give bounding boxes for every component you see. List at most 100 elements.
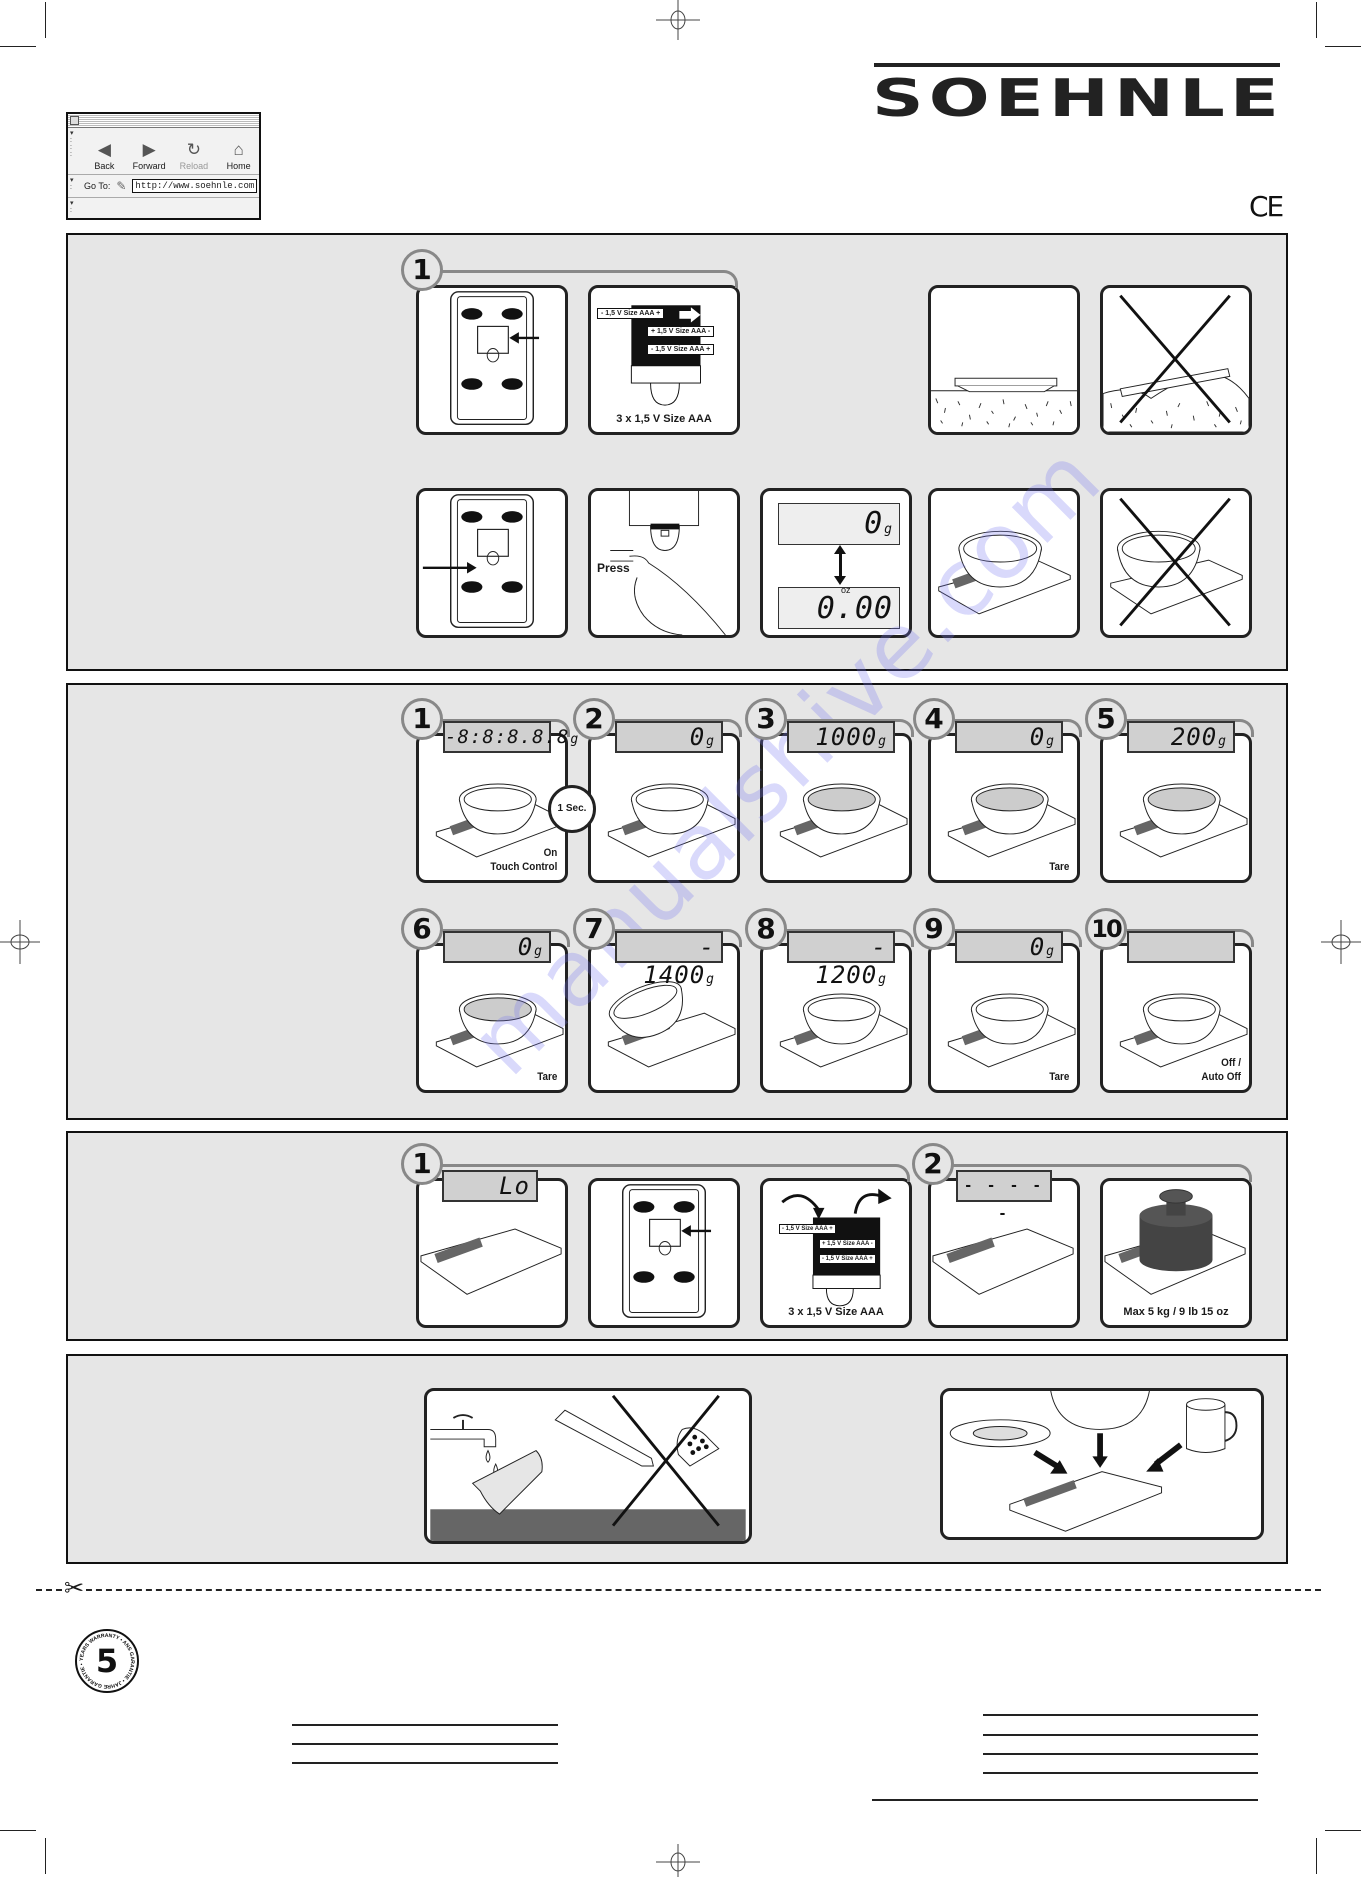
home-label: Home: [226, 161, 251, 171]
lcd-oz-unit: oz: [841, 585, 851, 595]
reload-button[interactable]: ↻ Reload: [174, 139, 215, 171]
lcd-display: - 1400g: [615, 931, 723, 989]
lcd-display: 0g: [615, 721, 723, 753]
lcd-value: - 1400: [643, 933, 715, 989]
toggle-arrow-icon: [834, 576, 846, 585]
browser-window-illustration: ▾::: ◀ Back ▶ Forward ↻ Reload ⌂ Home ▾: Go …: [66, 112, 261, 220]
scale-underside-illustration: [622, 1184, 712, 1319]
scale-underside-unit-switch-illustration: [422, 494, 534, 629]
battery-label: - 1,5 V Size AAA +: [819, 1254, 876, 1264]
card-insert-batteries: - 1,5 V Size AAA + + 1,5 V Size AAA - - …: [588, 285, 740, 435]
warranty-years: 5: [96, 1642, 118, 1680]
step-badge: 9: [913, 908, 955, 950]
form-field-line[interactable]: [872, 1799, 1258, 1801]
battery-caption: 3 x 1,5 V Size AAA: [788, 1306, 884, 1318]
lcd-display: 0g: [955, 721, 1063, 753]
step-group-bracket: [420, 270, 738, 288]
step-badge: 7: [573, 908, 615, 950]
form-field-line[interactable]: [983, 1772, 1258, 1774]
step-badge: 3: [745, 698, 787, 740]
weighing-step-card: [760, 733, 912, 883]
brand-logo: SOEHNLE: [872, 69, 1284, 130]
lcd-value: 0.00: [816, 591, 893, 626]
form-field-line[interactable]: [292, 1724, 558, 1726]
logo-rule: [874, 63, 1280, 67]
lcd-display: 0g: [443, 931, 551, 963]
weighing-step-card: On Touch Control: [416, 733, 568, 883]
crop-mark: [1325, 46, 1361, 47]
lcd-value: -8:8:8.8.8: [445, 726, 570, 748]
home-icon: ⌂: [233, 140, 244, 159]
scale-underside-illustration: [450, 291, 540, 426]
step-badge: 10: [1085, 908, 1127, 950]
weighing-step-card: Off / Auto Off: [1100, 943, 1252, 1093]
lcd-value: 0: [517, 933, 534, 961]
battery-caption: 3 x 1,5 V Size AAA: [616, 413, 712, 425]
card-unit-switch: [416, 488, 568, 638]
card-bowl-centered-ok: [928, 488, 1080, 638]
scale-bowl-illustration: [607, 783, 736, 858]
form-field-line[interactable]: [983, 1734, 1258, 1736]
back-label: Back: [94, 161, 115, 171]
card-uneven-surface-bad: [1100, 285, 1252, 435]
lcd-display: - 1200g: [787, 931, 895, 989]
browser-empty-row: ▾:: [68, 198, 259, 218]
home-button[interactable]: ⌂ Home: [218, 139, 259, 171]
battery-label: - 1,5 V Size AAA +: [597, 308, 665, 319]
lcd-unit: g: [878, 972, 887, 987]
lcd-display: -8:8:8.8.8g: [443, 721, 578, 753]
form-field-line[interactable]: [983, 1714, 1258, 1716]
lcd-unit: g: [534, 944, 543, 959]
cut-line: [36, 1589, 1321, 1591]
lcd-value: 1000: [815, 723, 878, 751]
browser-address-row: ▾: Go To: ✎ http://www.soehnle.com: [68, 175, 259, 198]
step-badge: 1: [401, 698, 443, 740]
back-arrow-icon: ◀: [97, 140, 111, 159]
forward-arrow-icon: ▶: [142, 140, 156, 159]
form-field-line[interactable]: [292, 1743, 558, 1745]
back-button[interactable]: ◀ Back: [84, 139, 125, 171]
lcd-unit: g: [706, 734, 715, 749]
step-badge: 1: [401, 249, 443, 291]
step-caption: On Touch Control: [490, 847, 557, 873]
lcd-value: 0: [1029, 723, 1046, 751]
scale-illustration: [420, 1228, 562, 1295]
card-battery-compartment: [416, 285, 568, 435]
lcd-value: 0: [864, 506, 884, 541]
bowl-off-center-illustration: [1110, 497, 1243, 627]
card-containers: [940, 1388, 1264, 1540]
lcd-unit: g: [570, 732, 580, 747]
step-badge: 1: [401, 1143, 443, 1185]
forward-button[interactable]: ▶ Forward: [129, 139, 170, 171]
weighing-step-card: [1100, 733, 1252, 883]
step-badge: 2: [912, 1143, 954, 1185]
lcd-display: [1127, 931, 1235, 963]
form-field-line[interactable]: [983, 1753, 1258, 1755]
browser-titlebar: [68, 114, 259, 128]
crop-mark: [0, 1830, 36, 1831]
step-caption: Off / Auto Off: [1201, 1057, 1241, 1083]
lcd-value: 200: [1170, 723, 1218, 751]
window-close-box: [70, 116, 79, 125]
toolbar-grip-icon: ▾:: [70, 177, 74, 191]
scale-bowl-illustration: [947, 993, 1076, 1068]
uneven-surface-illustration: [1103, 294, 1249, 432]
max-capacity-caption: Max 5 kg / 9 lb 15 oz: [1123, 1306, 1229, 1318]
lcd-unit: g: [1218, 734, 1227, 749]
card-flat-surface-ok: [928, 285, 1080, 435]
step-caption: Tare: [536, 1071, 557, 1083]
card-max-capacity: Max 5 kg / 9 lb 15 oz: [1100, 1178, 1252, 1328]
lcd-grams: 0g: [778, 503, 900, 545]
containers-on-scale-illustration: [949, 1391, 1238, 1532]
crop-mark: [0, 46, 36, 47]
step-badge: 2: [573, 698, 615, 740]
card-press-switch: Press: [588, 488, 740, 638]
form-field-line[interactable]: [292, 1762, 558, 1764]
flat-surface-illustration: [931, 377, 1077, 432]
forward-label: Forward: [132, 161, 166, 171]
crop-mark: [45, 1838, 46, 1874]
url-input[interactable]: http://www.soehnle.com: [132, 179, 258, 193]
scissors-icon: ✂: [62, 1575, 87, 1602]
lcd-display: 200g: [1127, 721, 1235, 753]
battery-label: - 1,5 V Size AAA +: [779, 1224, 836, 1234]
